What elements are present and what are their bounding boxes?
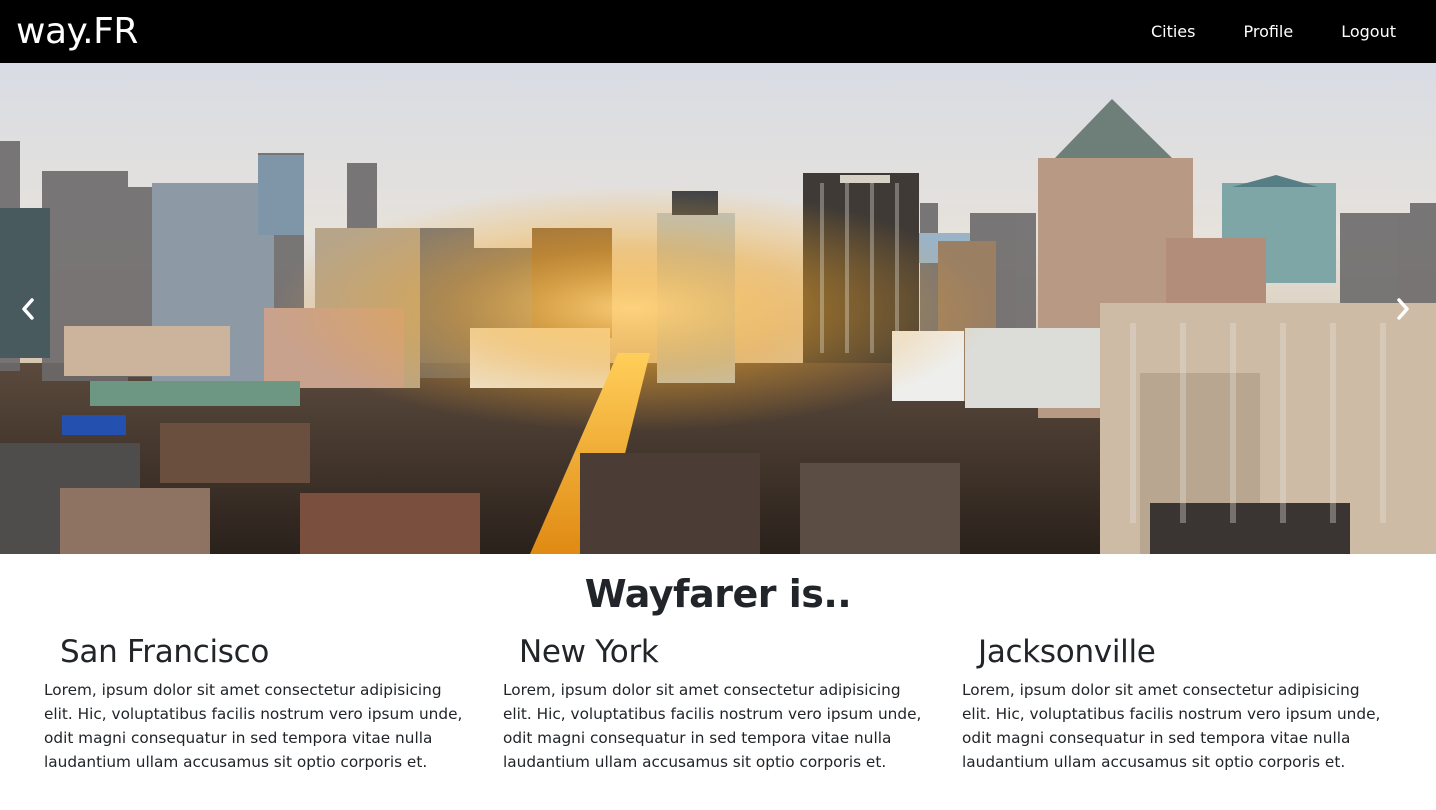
chevron-right-icon bbox=[1397, 298, 1409, 320]
nav-link-cities[interactable]: Cities bbox=[1151, 22, 1196, 42]
nav-link-logout[interactable]: Logout bbox=[1341, 22, 1396, 42]
intro-title: Wayfarer is.. bbox=[584, 572, 852, 616]
city-card-san-francisco: San Francisco Lorem, ipsum dolor sit ame… bbox=[44, 632, 464, 774]
city-name: Jacksonville bbox=[978, 634, 1156, 670]
carousel-prev-button[interactable] bbox=[8, 285, 48, 333]
hero-carousel bbox=[0, 63, 1436, 554]
nav-link-profile[interactable]: Profile bbox=[1243, 22, 1293, 42]
city-name: New York bbox=[519, 634, 659, 670]
brand-logo-link[interactable]: way.FR bbox=[16, 10, 138, 54]
city-card-jacksonville: Jacksonville Lorem, ipsum dolor sit amet… bbox=[962, 632, 1382, 774]
city-name: San Francisco bbox=[60, 634, 270, 670]
city-skyline-image bbox=[0, 63, 1436, 554]
chevron-left-icon bbox=[22, 298, 34, 320]
city-description: Lorem, ipsum dolor sit amet consectetur … bbox=[962, 681, 1381, 771]
city-card-new-york: New York Lorem, ipsum dolor sit amet con… bbox=[503, 632, 923, 774]
carousel-next-button[interactable] bbox=[1383, 285, 1423, 333]
navbar: way.FR Cities Profile Logout bbox=[0, 0, 1436, 63]
city-description: Lorem, ipsum dolor sit amet consectetur … bbox=[503, 681, 922, 771]
nav-links: Cities Profile Logout bbox=[1151, 0, 1396, 63]
city-description: Lorem, ipsum dolor sit amet consectetur … bbox=[44, 681, 463, 771]
